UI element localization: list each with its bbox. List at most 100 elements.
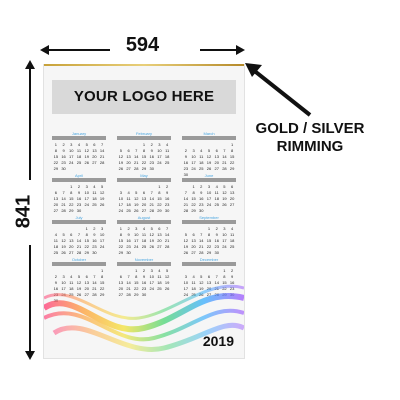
day-cell: 3 <box>158 142 161 147</box>
day-cell: 20 <box>53 202 59 207</box>
day-cell: 11 <box>126 196 131 201</box>
day-cell: 13 <box>126 154 131 159</box>
day-cell: 26 <box>84 160 89 165</box>
day-cell: 5 <box>207 148 211 153</box>
day-cell: 23 <box>183 166 189 171</box>
day-cell: 5 <box>85 142 88 147</box>
day-cell: 12 <box>134 196 139 201</box>
day-cell: 28 <box>134 166 139 171</box>
day-cell: 8 <box>207 232 211 237</box>
day-cell: 2 <box>93 226 96 231</box>
day-cell: 2 <box>62 142 65 147</box>
day-cell: 8 <box>231 148 234 153</box>
day-cell: 16 <box>183 160 189 165</box>
day-cell: 25 <box>214 202 219 207</box>
day-cell: 20 <box>229 196 235 201</box>
day-cell: 24 <box>222 244 227 249</box>
day-cell: 7 <box>62 190 65 195</box>
day-cell: 11 <box>76 148 82 153</box>
day-cell: 14 <box>61 196 66 201</box>
day-cell: 18 <box>164 154 170 159</box>
weekday-header-bar <box>182 178 236 182</box>
month-block: September 1 2 3 4 5 6 7 8 9 10 11 12 13 14 15 16 17 18 19 20… <box>182 215 236 261</box>
day-cell: 29 <box>53 166 59 171</box>
day-cell: 20 <box>191 244 196 249</box>
day-cell: 2 <box>184 148 187 153</box>
day-cell: 8 <box>119 232 122 237</box>
day-cell: 28 <box>183 208 189 213</box>
day-cell: 10 <box>157 148 162 153</box>
month-block: January 1 2 3 4 5 6 7 8 9 10 11 12 13 14 15 16 17 18 19 20 21… <box>52 131 106 177</box>
day-cell: 1 <box>192 184 195 189</box>
day-cell: 7 <box>184 190 187 195</box>
day-cell: 13 <box>141 196 147 201</box>
width-dimension: 594 <box>40 30 245 64</box>
day-cell: 22 <box>157 202 162 207</box>
day-cell: 9 <box>93 232 96 237</box>
day-cell: 2 <box>127 226 130 231</box>
day-cell: 1 <box>135 268 138 273</box>
day-cell: 1 <box>231 142 234 147</box>
day-cell: 27 <box>157 244 162 249</box>
weekday-header-bar <box>182 136 236 140</box>
weekday-header-bar <box>117 178 171 182</box>
day-cell: 7 <box>77 232 81 237</box>
day-cell: 12 <box>99 190 105 195</box>
day-cell: 15 <box>191 196 196 201</box>
day-cell: 4 <box>231 226 234 231</box>
day-cell: 1 <box>223 268 226 273</box>
day-cell: 15 <box>157 196 162 201</box>
day-cell: 16 <box>199 196 204 201</box>
day-cell: 6 <box>127 148 130 153</box>
day-cell: 7 <box>101 142 104 147</box>
day-cell: 28 <box>199 250 204 255</box>
day-cell: 10 <box>222 232 227 237</box>
day-cell: 28 <box>76 250 82 255</box>
day-cell: 9 <box>150 148 153 153</box>
day-cell: 19 <box>222 196 227 201</box>
day-cell: 24 <box>69 160 74 165</box>
day-grid: 1 2 3 4 5 6 7 8 9 10 11 12 13 14 15 16 17 18 19 20 21 22 23 24 2… <box>52 142 106 171</box>
day-cell: 3 <box>150 268 153 273</box>
day-cell: 16 <box>61 154 66 159</box>
day-cell: 29 <box>191 208 196 213</box>
weekday-header-bar <box>117 220 171 224</box>
day-cell: 9 <box>166 190 169 195</box>
day-cell: 21 <box>61 202 66 207</box>
day-cell: 15 <box>69 196 74 201</box>
day-cell: 14 <box>134 154 139 159</box>
weekday-header-bar <box>52 136 106 140</box>
day-cell: 17 <box>222 238 227 243</box>
day-cell: 21 <box>199 244 204 249</box>
day-grid: 1 2 3 4 5 6 7 8 9 10 11 12 13 14 15 16 17 18 19 20 21 22 23 24 2… <box>182 142 236 177</box>
day-cell: 17 <box>191 160 196 165</box>
rim-label-line2: RIMMING <box>276 138 344 155</box>
day-cell: 19 <box>183 244 189 249</box>
day-cell: 21 <box>134 160 139 165</box>
month-block: March 1 2 3 4 5 6 7 8 9 10 11 12 13 14 15 16 17 18 19 20 21 22… <box>182 131 236 177</box>
day-cell: 20 <box>126 160 131 165</box>
weekday-header-bar <box>117 136 171 140</box>
gold-rim <box>44 64 244 66</box>
day-cell: 18 <box>229 238 235 243</box>
day-cell: 17 <box>84 196 89 201</box>
day-cell: 3 <box>101 226 104 231</box>
day-cell: 14 <box>183 196 189 201</box>
day-cell: 10 <box>69 148 74 153</box>
day-cell: 28 <box>222 166 227 171</box>
day-cell: 25 <box>126 208 131 213</box>
day-cell: 20 <box>69 244 74 249</box>
day-cell: 10 <box>118 196 124 201</box>
day-cell: 25 <box>199 166 204 171</box>
day-cell: 17 <box>99 238 105 243</box>
day-cell: 22 <box>206 244 212 249</box>
day-cell: 19 <box>61 244 66 249</box>
day-cell: 29 <box>141 166 147 171</box>
day-cell: 24 <box>99 244 105 249</box>
weekday-header-bar <box>182 220 236 224</box>
day-cell: 25 <box>76 160 82 165</box>
day-cell: 5 <box>150 226 153 231</box>
day-cell: 12 <box>222 190 227 195</box>
day-cell: 26 <box>118 166 124 171</box>
day-cell: 10 <box>191 154 196 159</box>
